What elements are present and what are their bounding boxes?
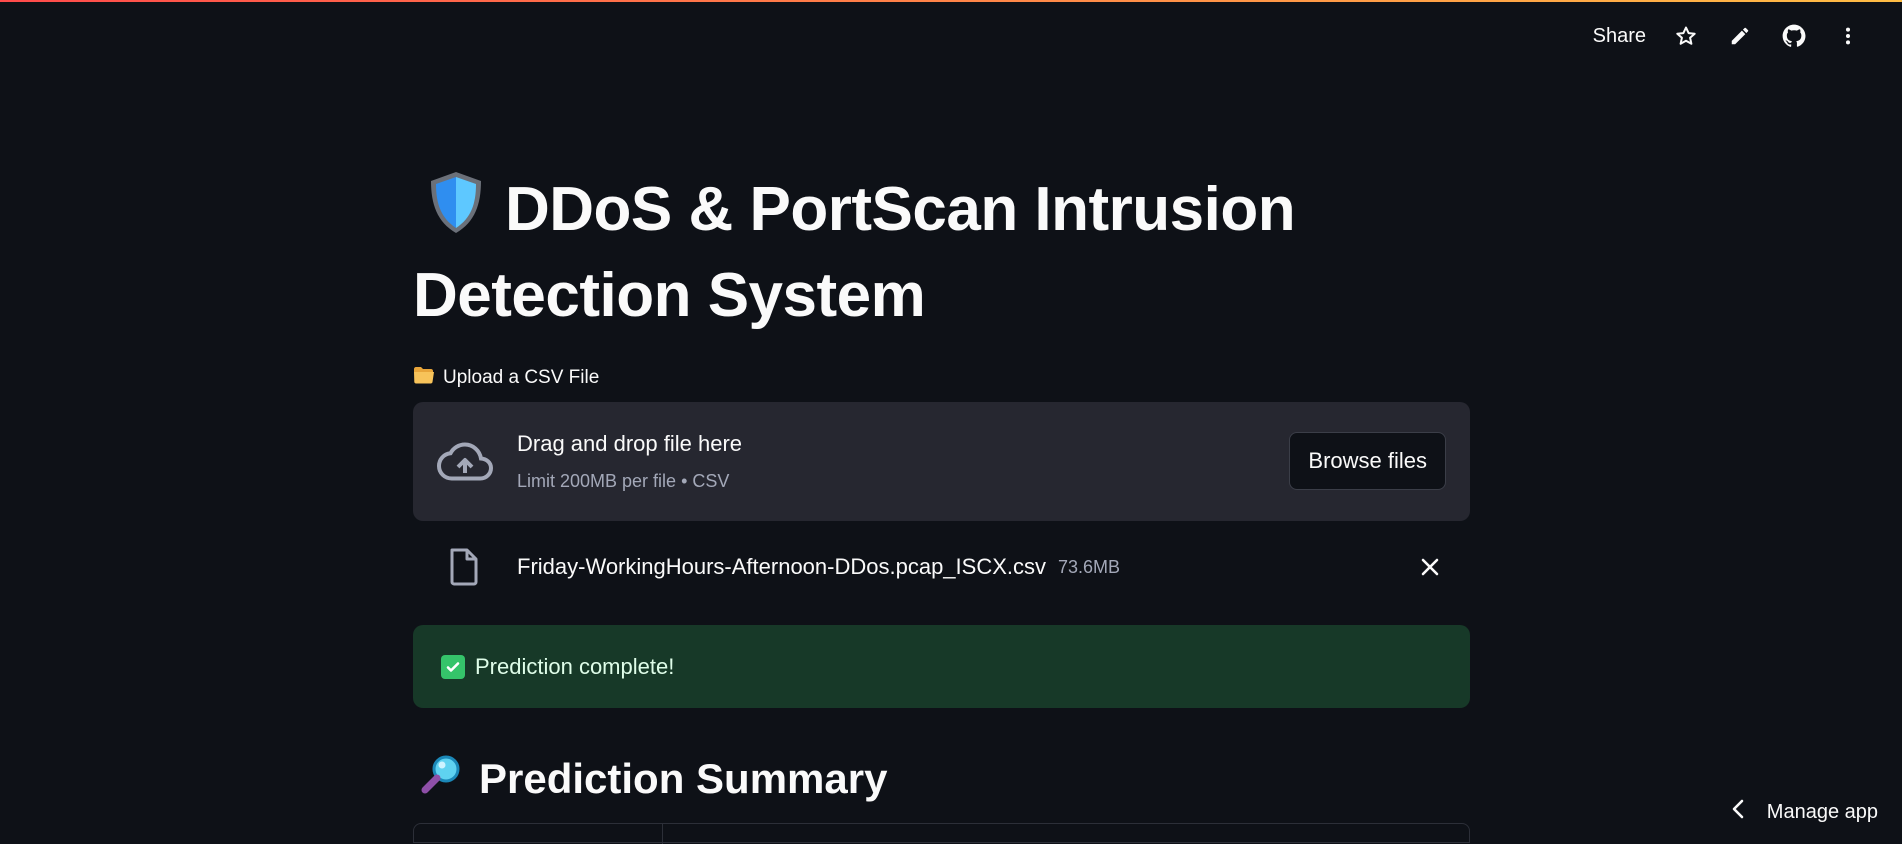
close-icon[interactable] (1418, 555, 1442, 579)
browse-files-button[interactable]: Browse files (1289, 432, 1446, 490)
magnifier-icon (419, 752, 463, 806)
github-icon[interactable] (1780, 22, 1808, 50)
uploaded-file-size: 73.6MB (1058, 557, 1120, 578)
check-box-icon (441, 655, 465, 679)
upload-label-text: Upload a CSV File (443, 367, 599, 389)
share-button[interactable]: Share (1593, 25, 1646, 48)
folder-icon (413, 366, 435, 390)
dropzone-limit: Limit 200MB per file • CSV (517, 471, 742, 492)
cloud-upload-icon (437, 440, 493, 484)
top-decoration-bar (0, 0, 1902, 2)
summary-table (413, 823, 1470, 843)
page-title: DDoS & PortScan Intrusion Detection Syst… (413, 170, 1470, 336)
success-alert: Prediction complete! (413, 625, 1470, 708)
prediction-summary-heading: Prediction Summary (413, 752, 1470, 806)
prediction-summary-text: Prediction Summary (479, 755, 887, 803)
more-vertical-icon[interactable] (1834, 22, 1862, 50)
pencil-icon[interactable] (1726, 22, 1754, 50)
star-icon[interactable] (1672, 22, 1700, 50)
manage-app-button[interactable]: Manage app (1731, 799, 1878, 825)
uploaded-file-name: Friday-WorkingHours-Afternoon-DDos.pcap_… (517, 554, 1046, 580)
toolbar: Share (1593, 22, 1862, 50)
shield-icon (425, 170, 487, 256)
page-title-text: DDoS & PortScan Intrusion Detection Syst… (413, 175, 1295, 330)
table-column-divider (662, 824, 663, 844)
file-icon (449, 548, 479, 586)
chevron-left-icon (1731, 799, 1745, 825)
upload-label: Upload a CSV File (413, 366, 1470, 390)
uploaded-file-row: Friday-WorkingHours-Afternoon-DDos.pcap_… (413, 547, 1470, 587)
manage-app-label: Manage app (1767, 801, 1878, 824)
file-dropzone[interactable]: Drag and drop file here Limit 200MB per … (413, 402, 1470, 521)
main-content: DDoS & PortScan Intrusion Detection Syst… (413, 170, 1470, 806)
success-alert-text: Prediction complete! (475, 654, 674, 680)
dropzone-instruction: Drag and drop file here (517, 431, 742, 457)
